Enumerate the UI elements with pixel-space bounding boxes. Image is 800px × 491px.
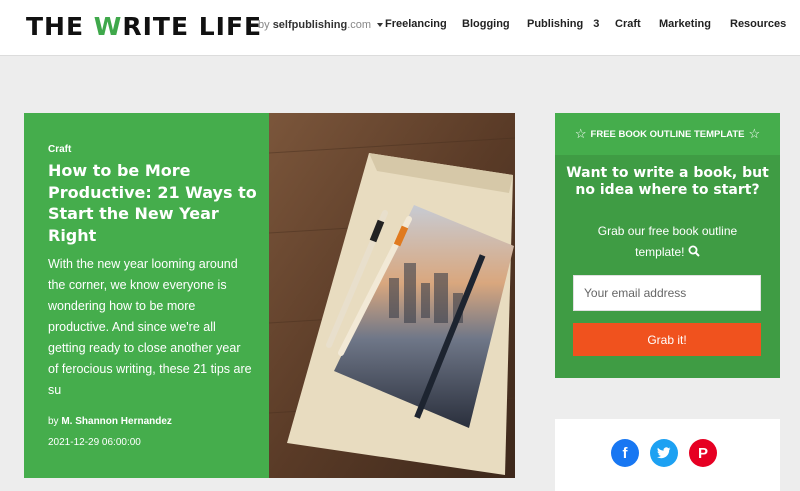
by-label: by bbox=[258, 19, 270, 31]
site-header: THE WRITE LIFE by selfpublishing.com Fre… bbox=[0, 0, 800, 56]
twitter-icon[interactable] bbox=[650, 439, 678, 467]
widget-header-label: FREE BOOK OUTLINE TEMPLATE bbox=[590, 128, 745, 140]
social-share-widget: f P bbox=[555, 419, 780, 491]
notebook-pencils-photo bbox=[269, 113, 515, 478]
author-prefix: by bbox=[48, 416, 59, 427]
logo-text-rite-life: RITE LIFE bbox=[122, 12, 263, 41]
caret-down-icon bbox=[377, 23, 384, 28]
nav-item-craft[interactable]: Craft bbox=[615, 18, 641, 30]
twitter-bird-icon bbox=[657, 447, 671, 459]
search-icon bbox=[688, 245, 700, 257]
widget-title: Want to write a book, but no idea where … bbox=[566, 165, 769, 198]
logo-text-the: THE bbox=[26, 12, 94, 41]
post-date: 2021-12-29 06:00:00 bbox=[48, 437, 141, 448]
nav-item-blogging[interactable]: Blogging bbox=[462, 18, 510, 30]
grab-it-button[interactable]: Grab it! bbox=[573, 323, 761, 356]
book-outline-widget: ☆ FREE BOOK OUTLINE TEMPLATE ☆ Want to w… bbox=[555, 113, 780, 378]
nav-item-resources[interactable]: Resources bbox=[730, 18, 786, 30]
email-field[interactable] bbox=[573, 275, 761, 311]
star-icon: ☆ bbox=[574, 126, 587, 141]
selfpublishing-dropdown[interactable]: by selfpublishing.com bbox=[258, 19, 384, 31]
post-excerpt: With the new year looming around the cor… bbox=[48, 257, 252, 397]
widget-subtitle: Grab our free book outline template! bbox=[580, 221, 755, 263]
site-logo[interactable]: THE WRITE LIFE bbox=[26, 12, 262, 41]
logo-text-w: W bbox=[93, 12, 123, 41]
widget-header: ☆ FREE BOOK OUTLINE TEMPLATE ☆ bbox=[555, 113, 780, 155]
star-icon: ☆ bbox=[748, 126, 761, 141]
featured-image[interactable] bbox=[269, 113, 515, 478]
facebook-icon[interactable]: f bbox=[611, 439, 639, 467]
selfpublishing-tld: .com bbox=[347, 19, 372, 31]
author-name[interactable]: M. Shannon Hernandez bbox=[61, 416, 172, 427]
nav-item-publishing[interactable]: Publishing 3 bbox=[527, 18, 599, 30]
nav-item-marketing[interactable]: Marketing bbox=[659, 18, 711, 30]
pinterest-icon[interactable]: P bbox=[689, 439, 717, 467]
post-category[interactable]: Craft bbox=[48, 144, 71, 155]
selfpublishing-label: selfpublishing bbox=[272, 19, 348, 31]
publishing-count-badge: 3 bbox=[593, 18, 600, 30]
nav-item-publishing-label: Publishing bbox=[527, 18, 584, 30]
post-title[interactable]: How to be More Productive: 21 Ways to St… bbox=[48, 160, 258, 246]
widget-subtitle-text: Grab our free book outline template! bbox=[597, 224, 738, 259]
post-author: by M. Shannon Hernandez bbox=[48, 416, 172, 427]
nav-item-freelancing[interactable]: Freelancing bbox=[385, 18, 447, 30]
